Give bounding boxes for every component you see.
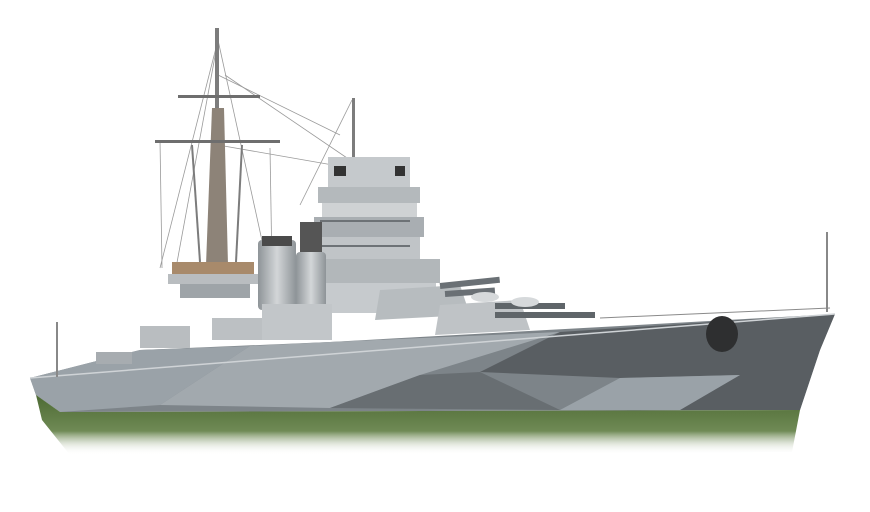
funnels bbox=[258, 222, 326, 310]
warship-illustration bbox=[29, 28, 836, 512]
waterline bbox=[30, 395, 830, 512]
image-stage bbox=[0, 0, 870, 512]
